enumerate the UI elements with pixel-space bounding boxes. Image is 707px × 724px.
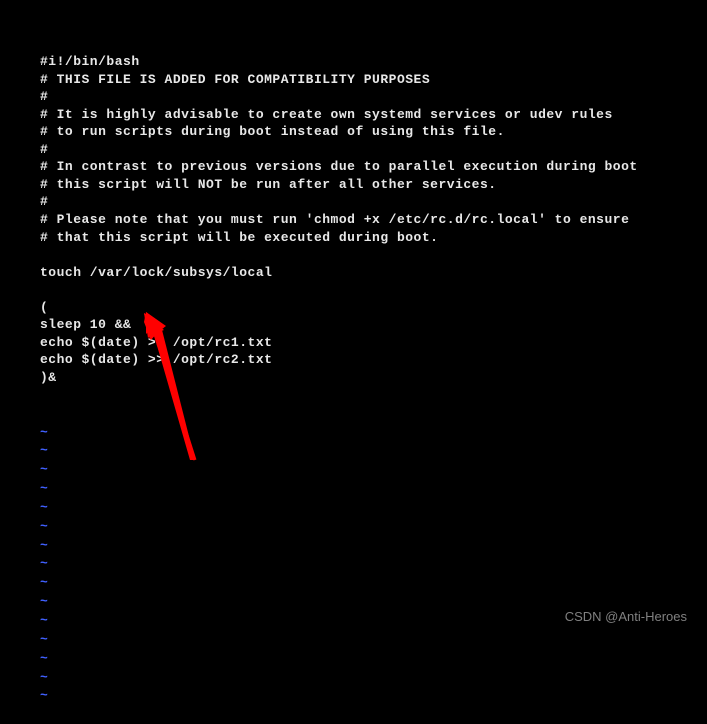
tilde-line: ~: [40, 424, 707, 443]
code-line: [40, 246, 707, 264]
code-line: # that this script will be executed duri…: [40, 229, 707, 247]
empty-buffer-lines: ~~~~~~~~~~~~~~~: [40, 424, 707, 707]
code-line: # Please note that you must run 'chmod +…: [40, 211, 707, 229]
code-line: # to run scripts during boot instead of …: [40, 123, 707, 141]
code-line: echo $(date) >> /opt/rc2.txt: [40, 351, 707, 369]
code-line: sleep 10 &&: [40, 316, 707, 334]
tilde-line: ~: [40, 687, 707, 706]
tilde-line: ~: [40, 669, 707, 688]
code-line: #: [40, 88, 707, 106]
code-line: [40, 281, 707, 299]
code-line: # It is highly advisable to create own s…: [40, 106, 707, 124]
code-line: touch /var/lock/subsys/local: [40, 264, 707, 282]
tilde-line: ~: [40, 442, 707, 461]
code-line: echo $(date) >> /opt/rc1.txt: [40, 334, 707, 352]
file-content: #i!/bin/bash# THIS FILE IS ADDED FOR COM…: [40, 53, 707, 386]
tilde-line: ~: [40, 574, 707, 593]
code-line: # THIS FILE IS ADDED FOR COMPATIBILITY P…: [40, 71, 707, 89]
code-line: # In contrast to previous versions due t…: [40, 158, 707, 176]
tilde-line: ~: [40, 631, 707, 650]
code-line: # this script will NOT be run after all …: [40, 176, 707, 194]
tilde-line: ~: [40, 650, 707, 669]
tilde-line: ~: [40, 499, 707, 518]
tilde-line: ~: [40, 461, 707, 480]
tilde-line: ~: [40, 537, 707, 556]
code-line: #: [40, 141, 707, 159]
code-line: #i!/bin/bash: [40, 53, 707, 71]
code-line: (: [40, 299, 707, 317]
watermark-text: CSDN @Anti-Heroes: [565, 609, 687, 624]
tilde-line: ~: [40, 518, 707, 537]
tilde-line: ~: [40, 555, 707, 574]
code-line: )&: [40, 369, 707, 387]
code-line: #: [40, 193, 707, 211]
tilde-line: ~: [40, 480, 707, 499]
